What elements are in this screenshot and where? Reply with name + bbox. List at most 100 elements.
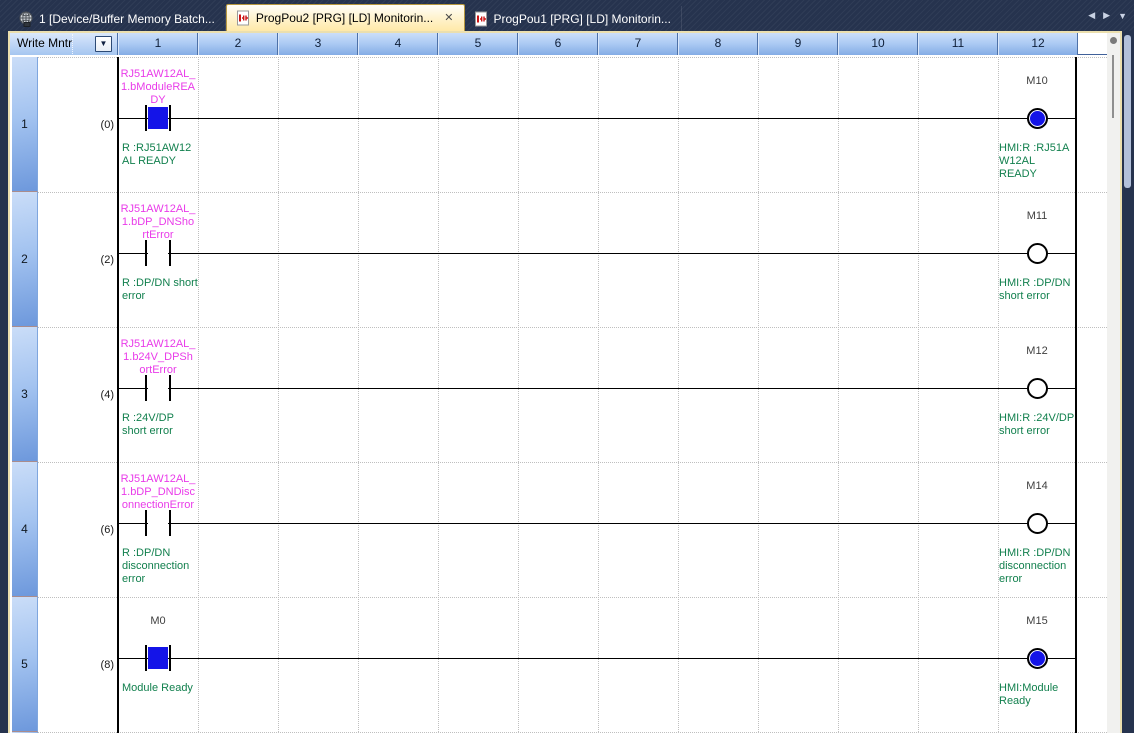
ladder-editor-document: 1 (0) RJ51AW12AL_ 1.bModuleREA DY R :RJ51AW… <box>8 31 1122 733</box>
rung-wire <box>118 253 1076 254</box>
column-header-4: 4 <box>358 33 438 55</box>
output-coil-symbol[interactable] <box>1027 513 1048 534</box>
rung-wire <box>118 388 1076 389</box>
left-power-rail <box>117 57 119 733</box>
tab-scroll-right-icon[interactable]: ▶ <box>1103 10 1110 21</box>
ladder-diagram: 1 (0) RJ51AW12AL_ 1.bModuleREA DY R :RJ51AW… <box>10 33 1107 733</box>
no-contact-symbol[interactable] <box>145 105 171 131</box>
coil-device-label: M15 <box>1026 615 1048 627</box>
column-header-11: 11 <box>918 33 998 55</box>
tab-progpou2-monitoring[interactable]: ProgPou2 [PRG] [LD] Monitorin... ✕ <box>225 4 465 31</box>
document-tabs: 1 [Device/Buffer Memory Batch... ProgPou2… <box>10 4 682 31</box>
output-coil-symbol[interactable] <box>1027 378 1048 399</box>
grid-column-line <box>358 57 359 732</box>
tab-label: ProgPou2 [PRG] [LD] Monitorin... <box>255 11 434 25</box>
header-filler <box>1078 33 1107 54</box>
no-contact-symbol[interactable] <box>145 375 171 401</box>
output-coil-symbol[interactable] <box>1027 648 1048 669</box>
coil-device-label: M12 <box>1026 345 1048 357</box>
coil-device-label: M10 <box>1026 75 1048 87</box>
ladder-grid-header: Write Mntr ▼ 1 2 3 4 5 6 7 8 9 10 11 12 <box>10 33 1107 55</box>
grid-column-line <box>918 57 919 732</box>
grid-column-line <box>438 57 439 732</box>
rung-row-header[interactable]: 3 <box>12 327 38 462</box>
rung-wire <box>118 658 1076 659</box>
tab-progpou1-monitoring[interactable]: ProgPou1 [PRG] [LD] Monitorin... <box>465 6 682 31</box>
coil-device-comment: HMI:R :24V/DP short error <box>999 412 1075 437</box>
rung-row-header[interactable]: 4 <box>12 462 38 597</box>
coil-device-comment: HMI:R :DP/DN short error <box>999 277 1071 302</box>
rung-wire <box>118 523 1076 524</box>
coil-device-comment: HMI:R :DP/DN disconnection error <box>999 547 1071 585</box>
document-tab-bar: 1 [Device/Buffer Memory Batch... ProgPou2… <box>0 0 1134 31</box>
column-header-2: 2 <box>198 33 278 55</box>
grid-rung-line <box>38 57 1107 58</box>
column-header-12: 12 <box>998 33 1078 55</box>
column-header-5: 5 <box>438 33 518 55</box>
step-number: (6) <box>100 524 114 536</box>
no-contact-symbol[interactable] <box>145 510 171 536</box>
column-header-3: 3 <box>278 33 358 55</box>
column-header-8: 8 <box>678 33 758 55</box>
monitor-mode-cell: Write Mntr ▼ <box>10 33 118 55</box>
ladder-program-icon <box>235 10 251 26</box>
coil-device-comment: HMI:R :RJ51A W12AL READY <box>999 142 1070 180</box>
grid-column-line <box>518 57 519 732</box>
coil-device-label: M11 <box>1026 210 1048 222</box>
rung-row-header[interactable]: 5 <box>12 597 38 732</box>
contact-device-comment: Module Ready <box>122 682 193 694</box>
header-separator <box>72 34 73 54</box>
device-buffer-memory-icon <box>18 11 34 27</box>
coil-device-label: M14 <box>1026 480 1048 492</box>
column-header-10: 10 <box>838 33 918 55</box>
grid-rung-line <box>38 597 1107 598</box>
tab-scroll-left-icon[interactable]: ◀ <box>1088 10 1095 21</box>
step-number: (2) <box>100 254 114 266</box>
scrollbar-origin-dot <box>1110 37 1117 44</box>
contact-device-comment: R :RJ51AW12 AL READY <box>122 142 192 167</box>
outer-panel-scrollbar[interactable] <box>1124 35 1131 188</box>
grid-column-line <box>278 57 279 732</box>
output-coil-symbol[interactable] <box>1027 108 1048 129</box>
column-headers: 1 2 3 4 5 6 7 8 9 10 11 12 <box>118 33 1078 55</box>
contact-device-label: RJ51AW12AL_ 1.bDP_DNSho rtError <box>120 203 196 241</box>
tab-close-icon[interactable]: ✕ <box>444 12 453 24</box>
grid-column-line <box>598 57 599 732</box>
contact-device-comment: R :DP/DN disconnection error <box>122 547 190 585</box>
grid-column-line <box>678 57 679 732</box>
contact-device-label: RJ51AW12AL_ 1.bModuleREA DY <box>120 68 196 106</box>
output-coil-symbol[interactable] <box>1027 243 1048 264</box>
tab-menu-icon[interactable]: ▼ <box>1118 11 1127 21</box>
contact-device-comment: R :DP/DN short error <box>122 277 198 302</box>
grid-rung-line <box>38 192 1107 193</box>
contact-device-label: M0 <box>150 615 166 627</box>
vertical-scrollbar[interactable] <box>1107 33 1120 733</box>
no-contact-symbol[interactable] <box>145 240 171 266</box>
ladder-program-icon <box>473 11 489 27</box>
rung-row-header[interactable]: 2 <box>12 192 38 327</box>
scrollbar-thumb[interactable] <box>1112 55 1114 118</box>
contact-device-comment: R :24V/DP short error <box>122 412 174 437</box>
step-number: (8) <box>100 659 114 671</box>
contact-device-label: RJ51AW12AL_ 1.bDP_DNDisc onnectionError <box>120 473 196 511</box>
tab-device-buffer-memory-batch[interactable]: 1 [Device/Buffer Memory Batch... <box>10 6 226 31</box>
chevron-down-icon: ▼ <box>99 39 108 48</box>
coil-device-comment: HMI:Module Ready <box>999 682 1059 707</box>
monitor-mode-label: Write Mntr <box>17 36 73 50</box>
column-header-7: 7 <box>598 33 678 55</box>
no-contact-symbol[interactable] <box>145 645 171 671</box>
grid-rung-line <box>38 462 1107 463</box>
rung-wire <box>118 118 1076 119</box>
step-number: (4) <box>100 389 114 401</box>
column-header-6: 6 <box>518 33 598 55</box>
tab-label: 1 [Device/Buffer Memory Batch... <box>39 11 215 26</box>
grid-column-line <box>758 57 759 732</box>
column-header-1: 1 <box>118 33 198 55</box>
contact-device-label: RJ51AW12AL_ 1.b24V_DPSh ortError <box>120 338 196 376</box>
step-number: (0) <box>100 119 114 131</box>
rung-row-header[interactable]: 1 <box>12 57 38 192</box>
column-header-9: 9 <box>758 33 838 55</box>
grid-column-line <box>838 57 839 732</box>
monitor-mode-dropdown-button[interactable]: ▼ <box>95 36 112 52</box>
grid-rung-line <box>38 327 1107 328</box>
